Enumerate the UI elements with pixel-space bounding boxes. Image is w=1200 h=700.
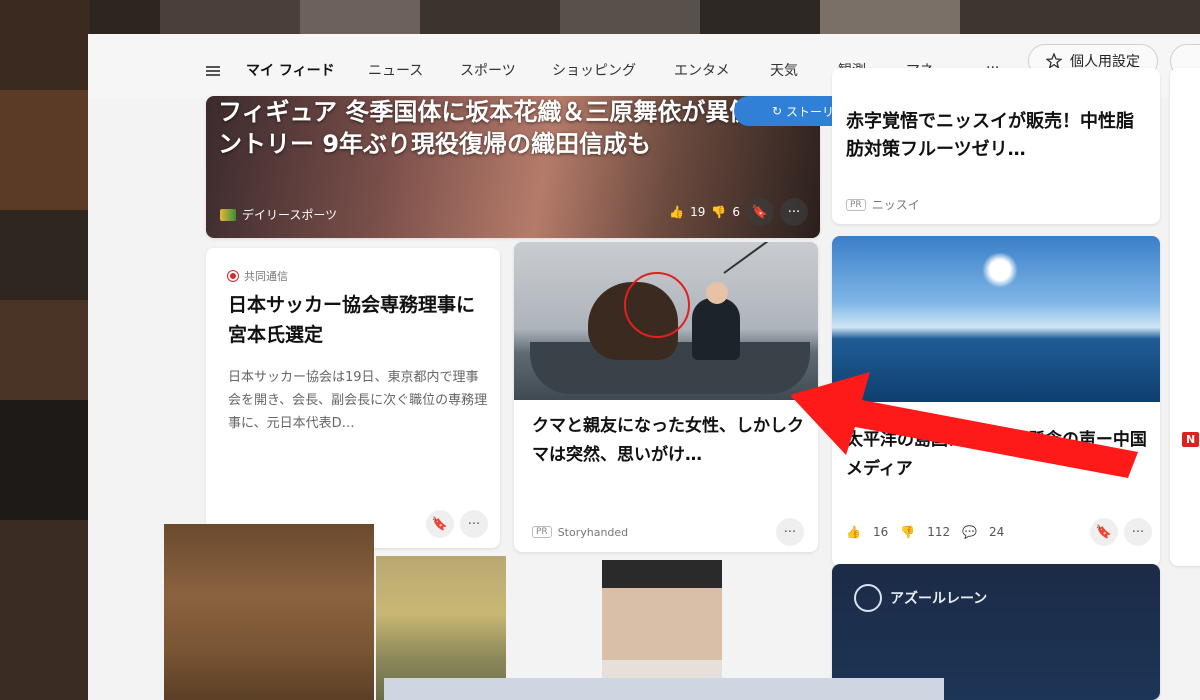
hero-source-label: デイリースポーツ xyxy=(242,208,338,222)
news-actions: 🔖 ··· xyxy=(1090,518,1152,546)
pixelated-thumbnail xyxy=(164,524,374,700)
news-title: 太平洋の島国に7カ国を懸念の声ー中国メディア xyxy=(846,430,1147,479)
bookmark-icon[interactable]: 🔖 xyxy=(1090,518,1118,546)
star-settings-icon xyxy=(1046,53,1062,69)
comment-icon[interactable]: 💬 xyxy=(962,525,977,539)
dislikes-count: 112 xyxy=(927,525,951,539)
news-footer: 👍 16 👎 112 💬 24 🔖 ··· xyxy=(846,518,1152,546)
partial-right-card[interactable]: N xyxy=(1170,68,1200,566)
bear-boat-photo xyxy=(514,242,818,400)
pr-ad-source-label: ニッスイ xyxy=(871,198,920,212)
pr-ad-card[interactable]: 赤字覚悟でニッスイが販売！中性脂肪対策フルーツゼリ… PR ニッスイ xyxy=(832,68,1160,224)
refresh-icon: ↻ xyxy=(771,104,783,118)
daily-sports-logo-icon xyxy=(220,208,236,221)
hero-source: デイリースポーツ xyxy=(220,206,337,223)
news-source-label: Storyhanded xyxy=(557,525,629,539)
hamburger-menu-icon[interactable] xyxy=(206,66,220,76)
more-options-icon[interactable]: ··· xyxy=(780,198,808,226)
nav-tab-sports[interactable]: スポーツ xyxy=(460,60,516,80)
kyodo-logo-icon xyxy=(228,271,238,281)
pr-ad-source: PR ニッスイ xyxy=(846,196,920,213)
news-footer: PR Storyhanded ··· xyxy=(532,518,804,546)
red-circle-annotation xyxy=(624,272,690,338)
pr-tag: PR xyxy=(846,198,866,211)
nav-tab-news[interactable]: ニュース xyxy=(368,60,423,80)
hero-likes: 19 xyxy=(690,205,706,219)
news-title: 日本サッカー協会専務理事に宮本氏選定 xyxy=(228,294,476,346)
taskbar-strip xyxy=(384,678,944,700)
hero-news-card[interactable]: フィギュア 冬季国体に坂本花織＆三原舞依が異例エントリー 9年ぶり現役復帰の織田… xyxy=(206,96,820,238)
hero-meta: 👍 19 👎 6 🔖 ··· xyxy=(669,198,808,226)
game-logo: アズールレーン xyxy=(854,584,987,612)
news-snippet: 日本サッカー協会は19日、東京都内で理事会を開き、会長、副会長に次ぐ職位の専務理… xyxy=(228,370,488,431)
woman-shape xyxy=(692,282,740,360)
bookmark-icon[interactable]: 🔖 xyxy=(426,510,454,538)
news-title: クマと親友になった女性、しかしクマは突然、思いがけ… xyxy=(532,416,804,465)
pr-tag: PR xyxy=(532,526,552,538)
nav-tab-shopping[interactable]: ショッピング xyxy=(552,60,636,80)
more-options-icon[interactable]: ··· xyxy=(1124,518,1152,546)
ocean-photo xyxy=(832,236,1160,402)
thumbs-down-icon[interactable]: 👎 xyxy=(900,525,915,539)
sun-shape xyxy=(982,252,1018,288)
pr-ad-title: 赤字覚悟でニッスイが販売！中性脂肪対策フルーツゼリ… xyxy=(846,111,1134,160)
more-options-icon[interactable]: ··· xyxy=(776,518,804,546)
game-title: アズールレーン xyxy=(890,591,988,607)
comments-count: 24 xyxy=(989,525,1005,539)
blurred-background-left xyxy=(0,0,90,700)
bookmark-icon[interactable]: 🔖 xyxy=(746,198,774,226)
likes-count: 16 xyxy=(872,525,889,539)
fishing-rod xyxy=(723,242,798,274)
more-options-icon[interactable]: ··· xyxy=(460,510,488,538)
news-actions: 🔖 ··· xyxy=(426,510,488,538)
news-source: PR Storyhanded xyxy=(532,526,628,539)
nav-tab-weather[interactable]: 天気 xyxy=(770,60,798,80)
news-badge: N xyxy=(1182,432,1200,447)
hero-title: フィギュア 冬季国体に坂本花織＆三原舞依が異例エントリー 9年ぶり現役復帰の織田… xyxy=(218,98,778,158)
nav-tab-entertainment[interactable]: エンタメ xyxy=(674,60,730,80)
news-card-soccer[interactable]: 共同通信 日本サッカー協会専務理事に宮本氏選定 日本サッカー協会は19日、東京都… xyxy=(206,248,500,548)
news-card-pacific[interactable]: 太平洋の島国に7カ国を懸念の声ー中国メディア 👍 16 👎 112 💬 24 🔖… xyxy=(832,236,1160,566)
news-source-label: 共同通信 xyxy=(244,270,288,283)
thumbs-up-icon[interactable]: 👍 xyxy=(846,525,861,539)
news-source: 共同通信 xyxy=(228,268,288,284)
game-emblem-icon xyxy=(854,584,882,612)
hero-dislikes: 6 xyxy=(732,205,740,219)
nav-tab-my-feed[interactable]: マイ フィード xyxy=(246,60,335,80)
thumbs-up-icon[interactable]: 👍 xyxy=(669,205,684,219)
reaction-stats: 👍 16 👎 112 💬 24 xyxy=(846,525,1004,539)
news-card-bear[interactable]: クマと親友になった女性、しかしクマは突然、思いがけ… PR Storyhande… xyxy=(514,242,818,552)
thumbs-down-icon[interactable]: 👎 xyxy=(711,205,726,219)
